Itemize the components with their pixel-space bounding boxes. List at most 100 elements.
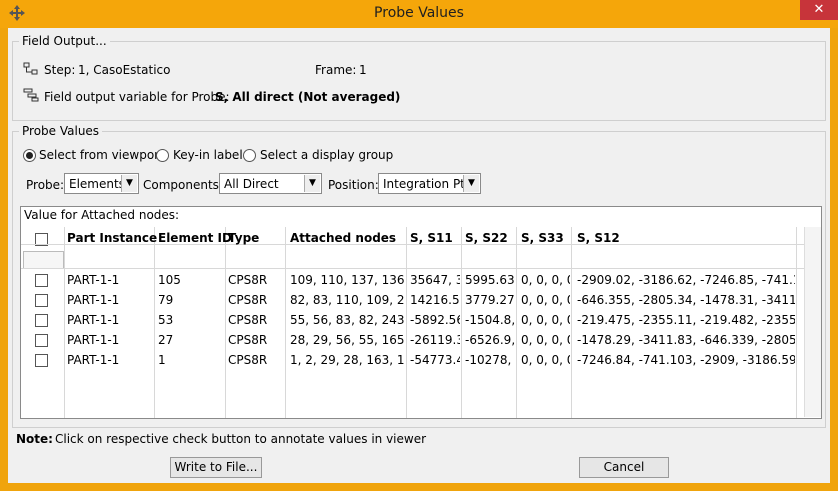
cell-s33: 0, 0, 0, 0: [521, 293, 570, 307]
position-label: Position:: [328, 178, 379, 192]
row-checkbox[interactable]: [35, 334, 48, 347]
step-label: Step:: [44, 63, 76, 77]
cell-s33: 0, 0, 0, 0: [521, 353, 570, 367]
frame-label: Frame:: [315, 63, 357, 77]
column-divider: [571, 227, 572, 418]
cell-attached-nodes: 109, 110, 137, 136, 349: [290, 273, 405, 287]
col-header-attached-nodes[interactable]: Attached nodes: [290, 231, 396, 253]
column-divider: [154, 227, 155, 418]
cell-type: CPS8R: [228, 353, 268, 367]
filter-cell[interactable]: [23, 251, 64, 269]
cell-s33: 0, 0, 0, 0: [521, 273, 570, 287]
step-value: 1, CasoEstatico: [78, 63, 171, 77]
close-button[interactable]: ✕: [800, 0, 838, 20]
col-header-s22[interactable]: S, S22: [465, 231, 508, 253]
cell-s11: -26119.3,: [410, 333, 460, 347]
row-checkbox[interactable]: [35, 354, 48, 367]
cell-s22: -10278, -2: [465, 353, 515, 367]
column-divider: [406, 227, 407, 418]
cell-s22: 3779.27, 2: [465, 293, 515, 307]
column-divider: [225, 227, 226, 418]
cell-s22: -6526.9, -: [465, 333, 515, 347]
column-divider: [796, 227, 797, 418]
column-divider: [64, 227, 65, 418]
cell-element-id: 53: [158, 313, 174, 327]
col-header-s33[interactable]: S, S33: [521, 231, 564, 253]
note-text: Click on respective check button to anno…: [55, 432, 427, 446]
row-checkbox[interactable]: [35, 274, 48, 287]
cell-s33: 0, 0, 0, 0: [521, 313, 570, 327]
cell-element-id: 27: [158, 333, 174, 347]
col-header-s11[interactable]: S, S11: [410, 231, 453, 253]
cell-s12: -646.355, -2805.34, -1478.31, -3411.86: [577, 293, 795, 307]
filter-divider: [21, 268, 821, 269]
cell-s11: -54773.4,: [410, 353, 460, 367]
field-output-label: Field Output...: [19, 34, 110, 48]
probe-values-table: Value for Attached nodes: Part Instance …: [20, 206, 822, 419]
cell-element-id: 79: [158, 293, 174, 307]
chevron-down-icon: ▼: [304, 175, 320, 192]
radio-key-in-label[interactable]: [156, 149, 169, 162]
radio-label-key-in: Key-in label: [173, 148, 243, 162]
cell-element-id: 105: [158, 273, 181, 287]
table-caption: Value for Attached nodes:: [24, 208, 180, 222]
probe-select-value: Elements: [69, 177, 125, 191]
col-header-type[interactable]: Type: [228, 231, 259, 253]
close-icon: ✕: [813, 2, 825, 17]
title-bar[interactable]: Probe Values ✕: [0, 0, 838, 28]
field-output-icon: [23, 88, 39, 102]
components-select-value: All Direct: [224, 177, 279, 191]
cell-type: CPS8R: [228, 293, 268, 307]
write-to-file-button[interactable]: Write to File...: [170, 457, 262, 478]
probe-label: Probe:: [26, 178, 65, 192]
col-header-part-instance[interactable]: Part Instance: [67, 231, 157, 253]
radio-label-display-group: Select a display group: [260, 148, 394, 162]
cell-part-instance: PART-1-1: [67, 313, 120, 327]
probe-select[interactable]: Elements ▼: [64, 173, 139, 194]
note-label: Note:: [16, 432, 53, 446]
window-title: Probe Values: [374, 5, 464, 21]
cell-attached-nodes: 82, 83, 110, 109, 296, 3: [290, 293, 405, 307]
cell-type: CPS8R: [228, 273, 268, 287]
cell-part-instance: PART-1-1: [67, 293, 120, 307]
dialog-body: Field Output... Step: 1, CasoEstatico Fr…: [8, 28, 830, 483]
column-divider: [285, 227, 286, 418]
cell-s12: -2909.02, -3186.62, -7246.85, -741.114: [577, 273, 795, 287]
position-select[interactable]: Integration Pt ▼: [378, 173, 481, 194]
cell-s33: 0, 0, 0, 0: [521, 333, 570, 347]
radio-label-viewport: Select from viewport: [39, 148, 164, 162]
column-divider: [461, 227, 462, 418]
cell-s11: 14216.5, 1: [410, 293, 460, 307]
cell-part-instance: PART-1-1: [67, 353, 120, 367]
field-variable-label: Field output variable for Probe:: [44, 90, 230, 104]
cell-attached-nodes: 28, 29, 56, 55, 165, 242: [290, 333, 405, 347]
chevron-down-icon: ▼: [463, 175, 479, 192]
probe-values-label: Probe Values: [19, 124, 103, 138]
cell-s12: -7246.84, -741.103, -2909, -3186.59: [577, 353, 795, 367]
position-select-value: Integration Pt: [383, 177, 465, 191]
col-header-s12[interactable]: S, S12: [577, 231, 620, 253]
cell-s12: -219.475, -2355.11, -219.482, -2355.12: [577, 313, 795, 327]
frame-value: 1: [359, 63, 367, 77]
components-select[interactable]: All Direct ▼: [219, 173, 322, 194]
row-checkbox[interactable]: [35, 314, 48, 327]
components-label: Components:: [143, 178, 223, 192]
cell-type: CPS8R: [228, 333, 268, 347]
cell-element-id: 1: [158, 353, 166, 367]
field-variable-value: S, All direct (Not averaged): [215, 90, 401, 104]
table-scrollbar[interactable]: [804, 227, 821, 417]
row-checkbox[interactable]: [35, 294, 48, 307]
col-header-element-id[interactable]: Element ID: [158, 231, 232, 253]
cell-attached-nodes: 55, 56, 83, 82, 243, 295: [290, 313, 405, 327]
step-icon: [23, 62, 38, 75]
cell-part-instance: PART-1-1: [67, 333, 120, 347]
cell-s22: 5995.63, 1: [465, 273, 515, 287]
probe-values-window: Probe Values ✕ Field Output... Step: 1, …: [0, 0, 838, 491]
cell-s11: 35647, 367: [410, 273, 460, 287]
radio-select-from-viewport[interactable]: [23, 149, 36, 162]
cell-type: CPS8R: [228, 313, 268, 327]
cancel-button[interactable]: Cancel: [579, 457, 669, 478]
radio-display-group[interactable]: [243, 149, 256, 162]
cell-s22: -1504.8, -: [465, 313, 515, 327]
cell-attached-nodes: 1, 2, 29, 28, 163, 164, 1: [290, 353, 405, 367]
